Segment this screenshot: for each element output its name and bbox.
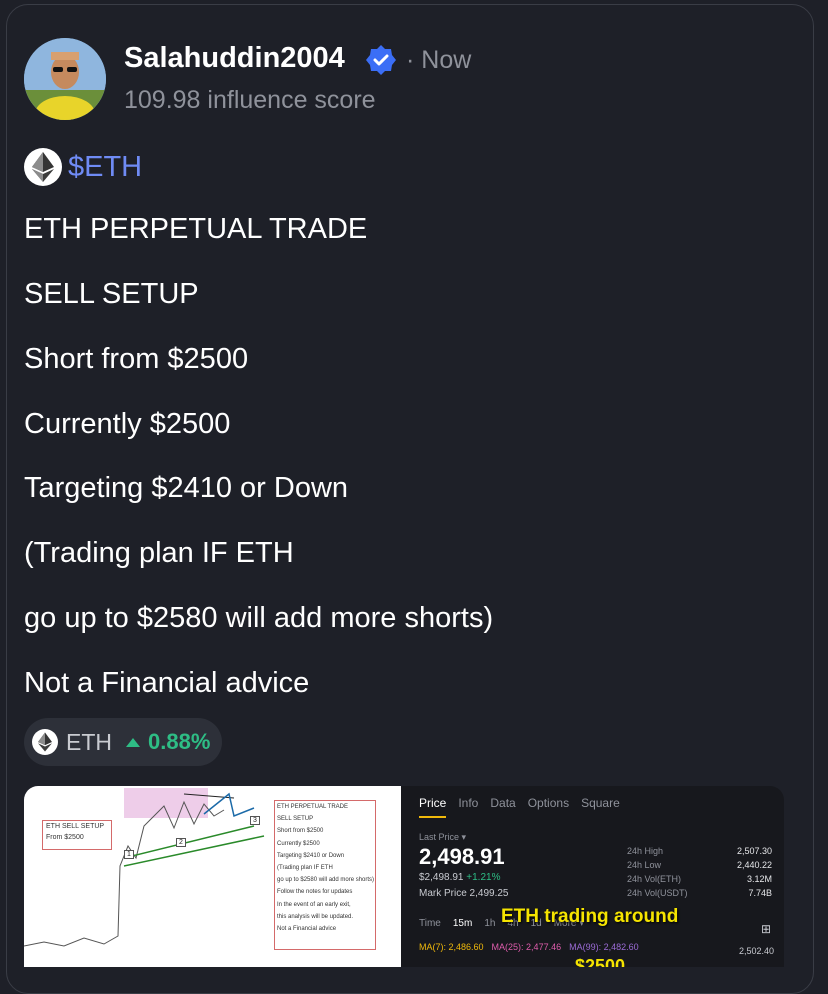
note-line: ETH PERPETUAL TRADE: [277, 804, 349, 810]
ethereum-icon: [32, 729, 58, 755]
trade-notes-box: ETH PERPETUAL TRADE SELL SETUP Short fro…: [274, 800, 376, 950]
post-text-line: SELL SETUP: [24, 278, 199, 310]
note-line: Short from $2500: [277, 828, 324, 835]
stat-key: 24h High: [627, 846, 664, 856]
post-text-line: go up to $2580 will add more shorts): [24, 602, 494, 634]
stat-key: 24h Vol(ETH): [627, 874, 682, 884]
exchange-screenshot: Price Info Data Options Square Last Pric…: [401, 786, 784, 967]
tab-info: Info: [458, 796, 479, 810]
timeframe-item: Time: [419, 918, 441, 929]
avatar[interactable]: [24, 38, 106, 120]
post-text-line: ETH PERPETUAL TRADE: [24, 213, 368, 245]
setup-label-line: From $2500: [46, 834, 84, 841]
mark-price: Mark Price 2,499.25: [419, 888, 509, 899]
post-time: · Now: [406, 46, 472, 74]
note-line: Not a Financial advice: [277, 926, 337, 933]
stat-value: 3.12M: [746, 874, 772, 884]
exchange-tabs: Price Info Data Options Square: [419, 796, 620, 818]
stat-value: 2,440.22: [736, 860, 772, 870]
tab-price: Price: [419, 796, 447, 818]
username[interactable]: Salahuddin2004: [124, 42, 345, 75]
stat-key: 24h Low: [627, 860, 662, 870]
tab-square: Square: [581, 796, 620, 810]
post-text-line: Targeting $2410 or Down: [24, 472, 349, 504]
cashtag-text[interactable]: $ETH: [68, 151, 142, 184]
last-price-label: Last Price ▾: [419, 832, 467, 842]
note-line: In the event of an early exit,: [277, 901, 351, 908]
timeframe-item: 15m: [452, 918, 473, 929]
post-text-line: Not a Financial advice: [24, 667, 310, 699]
setup-label-box: ETH SELL SETUP From $2500: [42, 820, 112, 850]
note-line: this analysis will be updated.: [277, 913, 354, 920]
overlay-price: $2500: [575, 956, 626, 967]
ma-25: MA(25): 2,477.46: [491, 942, 562, 952]
pill-change: 0.88%: [148, 729, 211, 754]
post-text-line: Short from $2500: [24, 343, 249, 375]
stat-value: 2,507.30: [736, 846, 772, 856]
tab-options: Options: [527, 796, 570, 810]
wave-label: 2: [176, 838, 186, 847]
overlay-caption: ETH trading around: [501, 906, 679, 927]
timeframe-item: 1h: [484, 918, 496, 929]
note-line: go up to $2580 will add more shorts): [277, 877, 375, 884]
stat-value: 7.74B: [748, 888, 772, 898]
cashtag-link[interactable]: $ETH: [24, 147, 142, 187]
grid-settings-icon: ⊞: [761, 922, 772, 936]
trade-setup-chart: ETH SELL SETUP From $2500 1 2 3 ETH PERP…: [24, 786, 401, 967]
post-image[interactable]: ETH SELL SETUP From $2500 1 2 3 ETH PERP…: [24, 786, 784, 967]
stats-grid: 24h High 2,507.30 24h Low 2,440.22 24h Vol…: [627, 846, 772, 902]
post-text-line: (Trading plan IF ETH: [24, 537, 294, 569]
last-price: 2,498.91: [419, 844, 505, 869]
usd-price: $2,498.91 +1.21%: [419, 872, 500, 883]
pct-change: +1.21%: [466, 872, 501, 883]
influence-score: 109.98 influence score: [124, 86, 376, 114]
axis-value: 2,502.40: [739, 946, 775, 956]
pill-symbol: ETH: [66, 728, 112, 755]
ma-7: MA(7): 2,486.60: [419, 942, 484, 952]
note-line: Targeting $2410 or Down: [277, 852, 345, 859]
stat-key: 24h Vol(USDT): [627, 888, 688, 898]
moving-averages: MA(7): 2,486.60 MA(25): 2,477.46 MA(99):…: [419, 942, 639, 952]
arrow-up-icon: [126, 737, 140, 747]
setup-label-line: ETH SELL SETUP: [46, 823, 105, 830]
usd-price-value: $2,498.91: [419, 872, 464, 883]
note-line: SELL SETUP: [277, 816, 314, 823]
wave-label: 3: [250, 816, 260, 825]
note-line: Follow the notes for updates: [277, 889, 353, 896]
ethereum-icon: [24, 148, 62, 186]
wave-label: 1: [124, 850, 134, 859]
note-line: Currently $2500: [277, 840, 320, 847]
ma-99: MA(99): 2,482.60: [569, 942, 639, 952]
verified-badge-icon: [365, 44, 397, 76]
price-change-pill[interactable]: ETH 0.88%: [24, 718, 222, 766]
post-text-line: Currently $2500: [24, 408, 231, 440]
note-line: (Trading plan IF ETH: [277, 865, 333, 872]
tab-data: Data: [490, 796, 516, 810]
